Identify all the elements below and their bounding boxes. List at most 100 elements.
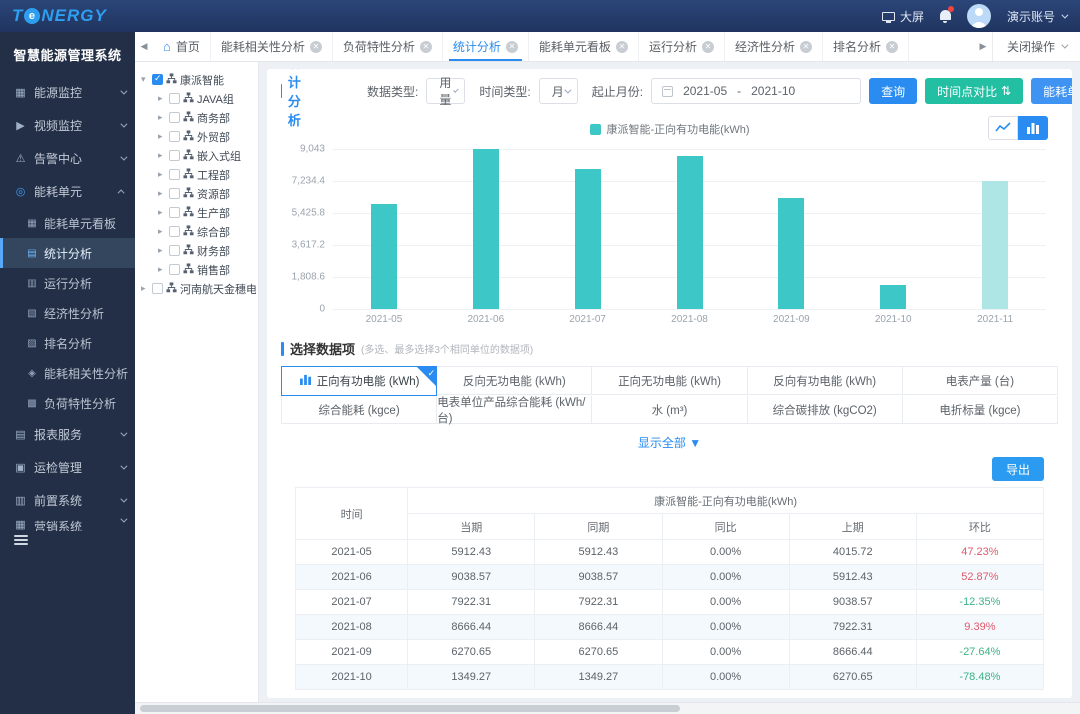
data-item-option-6[interactable]: 电表单位产品综合能耗 (kWh/台)	[437, 396, 592, 424]
tree-child-node-3[interactable]: ▸嵌入式组	[141, 146, 256, 165]
data-item-option-1[interactable]: 反向无功电能 (kWh)	[437, 367, 592, 395]
data-item-option-0[interactable]: 正向有功电能 (kWh)✓	[281, 366, 437, 396]
tree-child-node-6[interactable]: ▸生产部	[141, 203, 256, 222]
energy-unit-kanban-button[interactable]: 能耗单元看板	[1031, 78, 1072, 104]
caret-right-icon[interactable]: ▸	[141, 283, 149, 294]
sidebar-item-2[interactable]: ⚠告警中心	[0, 142, 135, 175]
bar-chart-toggle[interactable]	[1018, 116, 1048, 140]
bar-2021-06[interactable]	[473, 149, 499, 309]
big-screen-button[interactable]: 大屏	[882, 8, 924, 25]
sidebar-item-3[interactable]: ◎能耗单元	[0, 175, 135, 208]
sidebar-subitem-0[interactable]: ▦能耗单元看板	[0, 208, 135, 238]
caret-right-icon[interactable]: ▸	[158, 112, 166, 123]
sidebar-subitem-3[interactable]: ▧经济性分析	[0, 298, 135, 328]
close-icon[interactable]: ✕	[420, 41, 432, 53]
tree-child-node-9[interactable]: ▸销售部	[141, 260, 256, 279]
tree-child-node-0[interactable]: ▸JAVA组	[141, 89, 256, 108]
menu-collapse-icon[interactable]	[14, 535, 28, 545]
tree-checkbox[interactable]	[169, 188, 180, 199]
data-item-option-7[interactable]: 水 (m³)	[592, 396, 747, 424]
close-operations-menu[interactable]: 关闭操作	[992, 32, 1080, 61]
tab-5[interactable]: 经济性分析✕	[725, 32, 823, 61]
sidebar-item-6[interactable]: ▥前置系统	[0, 484, 135, 517]
data-item-option-2[interactable]: 正向无功电能 (kWh)	[592, 367, 747, 395]
sidebar-subitem-5[interactable]: ◈能耗相关性分析	[0, 358, 135, 388]
tab-2[interactable]: 统计分析✕	[443, 32, 529, 61]
bar-2021-08[interactable]	[677, 156, 703, 309]
tab-6[interactable]: 排名分析✕	[823, 32, 909, 61]
sidebar-subitem-4[interactable]: ▨排名分析	[0, 328, 135, 358]
tree-checkbox[interactable]	[169, 264, 180, 275]
bar-2021-07[interactable]	[575, 169, 601, 309]
bar-2021-10[interactable]	[880, 285, 906, 309]
data-item-option-5[interactable]: 综合能耗 (kgce)	[282, 396, 437, 424]
month-range-picker[interactable]: 2021-05 - 2021-10	[651, 78, 861, 104]
close-icon[interactable]: ✕	[886, 41, 898, 53]
close-icon[interactable]: ✕	[506, 41, 518, 53]
tree-root-node[interactable]: ▾康派智能	[141, 70, 256, 89]
tab-0[interactable]: 能耗相关性分析✕	[211, 32, 333, 61]
tab-1[interactable]: 负荷特性分析✕	[333, 32, 443, 61]
bar-2021-11[interactable]	[982, 181, 1008, 309]
caret-right-icon[interactable]: ▸	[158, 188, 166, 199]
sidebar-subitem-1[interactable]: ▤统计分析	[0, 238, 135, 268]
caret-right-icon[interactable]: ▸	[158, 207, 166, 218]
close-icon[interactable]: ✕	[616, 41, 628, 53]
line-chart-toggle[interactable]	[988, 116, 1018, 140]
data-type-select[interactable]: 用量	[426, 78, 465, 104]
tab-4[interactable]: 运行分析✕	[639, 32, 725, 61]
caret-right-icon[interactable]: ▸	[158, 226, 166, 237]
sidebar-item-5[interactable]: ▣运检管理	[0, 451, 135, 484]
tree-child-node-8[interactable]: ▸财务部	[141, 241, 256, 260]
horizontal-scrollbar[interactable]	[135, 702, 1080, 714]
sidebar-subitem-2[interactable]: ▥运行分析	[0, 268, 135, 298]
tree-child-node-2[interactable]: ▸外贸部	[141, 127, 256, 146]
bar-2021-05[interactable]	[371, 204, 397, 309]
data-item-option-8[interactable]: 综合碳排放 (kgCO2)	[748, 396, 903, 424]
notifications-button[interactable]	[940, 9, 951, 23]
tree-child-node-5[interactable]: ▸资源部	[141, 184, 256, 203]
scrollbar-thumb[interactable]	[140, 705, 680, 712]
close-icon[interactable]: ✕	[800, 41, 812, 53]
caret-right-icon[interactable]: ▸	[158, 131, 166, 142]
tree-checkbox[interactable]	[169, 131, 180, 142]
tree-child-node-1[interactable]: ▸商务部	[141, 108, 256, 127]
caret-right-icon[interactable]: ▸	[158, 245, 166, 256]
tree-checkbox[interactable]	[169, 93, 180, 104]
data-item-option-9[interactable]: 电折标量 (kgce)	[903, 396, 1058, 424]
close-icon[interactable]: ✕	[310, 41, 322, 53]
tree-checkbox[interactable]	[152, 283, 163, 294]
bar-2021-09[interactable]	[778, 198, 804, 309]
tree-child-node-7[interactable]: ▸综合部	[141, 222, 256, 241]
tab-3[interactable]: 能耗单元看板✕	[529, 32, 639, 61]
data-item-option-3[interactable]: 反向有功电能 (kWh)	[748, 367, 903, 395]
legend-item[interactable]: 康派智能-正向有功电能(kWh)	[590, 121, 750, 137]
export-button[interactable]: 导出	[992, 457, 1044, 481]
show-all-link[interactable]: 显示全部 ▼	[281, 434, 1058, 451]
tree-checkbox[interactable]	[169, 226, 180, 237]
sidebar-item-7[interactable]: ▦营销系统	[0, 517, 135, 531]
tree-checkbox[interactable]	[169, 112, 180, 123]
tree-checkbox[interactable]	[169, 150, 180, 161]
tab-home[interactable]: ⌂ 首页	[153, 32, 211, 61]
caret-right-icon[interactable]: ▸	[158, 264, 166, 275]
caret-down-icon[interactable]: ▾	[141, 74, 149, 85]
user-avatar[interactable]	[967, 4, 991, 28]
sidebar-item-1[interactable]: ▶视频监控	[0, 109, 135, 142]
tree-child-node-4[interactable]: ▸工程部	[141, 165, 256, 184]
caret-right-icon[interactable]: ▸	[158, 93, 166, 104]
time-type-select[interactable]: 月	[539, 78, 578, 104]
tree-checkbox[interactable]	[169, 169, 180, 180]
query-button[interactable]: 查询	[869, 78, 917, 104]
caret-right-icon[interactable]: ▸	[158, 150, 166, 161]
sidebar-item-0[interactable]: ▦能源监控	[0, 76, 135, 109]
tree-checkbox[interactable]	[152, 74, 163, 85]
tree-checkbox[interactable]	[169, 207, 180, 218]
sidebar-subitem-6[interactable]: ▩负荷特性分析	[0, 388, 135, 418]
tab-scroll-right-icon[interactable]: ▶	[974, 32, 992, 61]
data-item-option-4[interactable]: 电表产量 (台)	[903, 367, 1058, 395]
sidebar-item-4[interactable]: ▤报表服务	[0, 418, 135, 451]
close-icon[interactable]: ✕	[702, 41, 714, 53]
tree-checkbox[interactable]	[169, 245, 180, 256]
time-compare-button[interactable]: 时间点对比⇅	[925, 78, 1023, 104]
